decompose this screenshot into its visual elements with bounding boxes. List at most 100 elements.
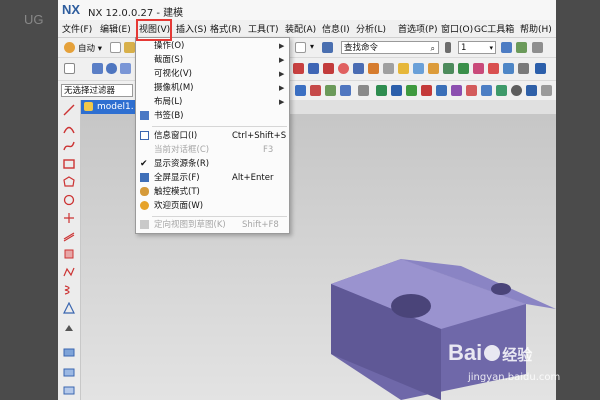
search-icon[interactable]: ⌕	[431, 42, 435, 55]
chamfer-icon[interactable]	[413, 63, 424, 74]
sew-icon[interactable]	[503, 63, 514, 74]
selection-filter-dropdown[interactable]: 无选择过滤器	[61, 84, 133, 97]
circle-point-icon[interactable]	[511, 85, 522, 96]
control-point-icon[interactable]	[406, 85, 417, 96]
menu-insert[interactable]: 插入(S)	[176, 22, 207, 35]
link-icon[interactable]	[516, 42, 527, 53]
mirror-icon[interactable]	[443, 63, 454, 74]
draft-icon[interactable]	[473, 63, 484, 74]
existing-point-icon[interactable]	[496, 85, 507, 96]
start-button[interactable]: 自动 ▾	[78, 42, 102, 54]
view-menu-item-resource-bar[interactable]: ✔ 显示资源条(R)	[136, 157, 289, 171]
menu-help[interactable]: 帮助(H)	[520, 22, 552, 35]
menu-file[interactable]: 文件(F)	[62, 22, 92, 35]
arc-center-icon[interactable]	[436, 85, 447, 96]
view-menu-item-info-window[interactable]: 信息窗口(I) Ctrl+Shift+S	[136, 129, 289, 143]
view-menu-item-layout[interactable]: 布局(L) ▶	[136, 95, 289, 109]
menu-preferences[interactable]: 首选项(P)	[398, 22, 437, 35]
slot-feature[interactable]	[491, 283, 511, 295]
quadrant-icon[interactable]	[451, 85, 462, 96]
command-finder-icon[interactable]	[322, 42, 333, 53]
layer-dropdown-arrow[interactable]: ▾	[310, 42, 314, 51]
submenu-arrow-icon: ▶	[279, 84, 285, 92]
start-icon[interactable]	[64, 42, 75, 53]
command-search-input[interactable]: 查找命令 ⌕	[341, 41, 439, 54]
shell-icon[interactable]	[458, 63, 469, 74]
block-icon[interactable]	[92, 63, 103, 74]
pocket-icon[interactable]	[353, 63, 364, 74]
extrude-icon[interactable]	[293, 63, 304, 74]
intersection-icon[interactable]	[421, 85, 432, 96]
rectangle-icon[interactable]	[63, 158, 75, 170]
scroll-up-icon[interactable]	[63, 322, 75, 334]
arc-icon[interactable]	[63, 122, 75, 134]
measure-icon[interactable]	[518, 63, 529, 74]
layer-icon[interactable]	[295, 42, 306, 53]
rectangle-select-icon[interactable]	[358, 85, 369, 96]
view-cube-icon[interactable]	[535, 63, 546, 74]
select-body-icon[interactable]	[340, 85, 351, 96]
menu-window[interactable]: 窗口(O)	[441, 22, 473, 35]
sketch-icon[interactable]	[64, 63, 75, 74]
separator-icon	[445, 42, 451, 53]
mid-point-icon[interactable]	[391, 85, 402, 96]
snap-point-icon[interactable]	[295, 85, 306, 96]
hole-feature[interactable]	[391, 294, 431, 318]
snap-toggle-icon[interactable]	[526, 85, 537, 96]
polygon-icon[interactable]	[63, 176, 75, 188]
helix-icon[interactable]	[63, 284, 75, 296]
paw-icon	[484, 345, 501, 361]
boss-icon[interactable]	[338, 63, 349, 74]
more-options-icon[interactable]	[541, 85, 552, 96]
cylinder-icon[interactable]	[106, 63, 117, 74]
unite-icon[interactable]	[368, 63, 379, 74]
menu-tools[interactable]: 工具(T)	[248, 22, 279, 35]
hole-icon[interactable]	[323, 63, 334, 74]
chevron-down-icon[interactable]: ▾	[489, 42, 493, 55]
surface-icon[interactable]	[63, 346, 75, 358]
view-menu-item-section[interactable]: 截面(S) ▶	[136, 53, 289, 67]
menu-assembly[interactable]: 装配(A)	[285, 22, 316, 35]
view-menu-highlight-box	[136, 19, 172, 41]
bridge-curve-icon[interactable]	[63, 266, 75, 278]
view-menu-item-operation[interactable]: 操作(O) ▶	[136, 39, 289, 53]
trim-icon[interactable]	[383, 63, 394, 74]
menu-gc-toolbox[interactable]: GC工具箱	[474, 22, 514, 35]
view-menu-item-fullscreen[interactable]: 全屏显示(F) Alt+Enter	[136, 171, 289, 185]
project-curve-icon[interactable]	[63, 248, 75, 260]
pattern-icon[interactable]	[428, 63, 439, 74]
spline-icon[interactable]	[63, 140, 75, 152]
view-menu-item-welcome-page[interactable]: 欢迎页面(W)	[136, 199, 289, 213]
mesh-surface-icon[interactable]	[63, 366, 75, 378]
open-file-icon[interactable]	[124, 42, 135, 53]
offset-curve-icon[interactable]	[63, 230, 75, 242]
menu-info[interactable]: 信息(I)	[322, 22, 350, 35]
select-curve-icon[interactable]	[310, 85, 321, 96]
select-face-icon[interactable]	[325, 85, 336, 96]
menu-edit[interactable]: 编辑(E)	[100, 22, 131, 35]
line-icon[interactable]	[63, 104, 75, 116]
swept-surface-icon[interactable]	[63, 384, 75, 396]
outer-label: UG	[24, 12, 44, 27]
text-curve-icon[interactable]	[63, 302, 75, 314]
point-on-face-icon[interactable]	[481, 85, 492, 96]
offset-icon[interactable]	[488, 63, 499, 74]
revolve-icon[interactable]	[308, 63, 319, 74]
view-menu-item-touch-mode[interactable]: 触控模式(T)	[136, 185, 289, 199]
part-file-icon	[84, 102, 93, 111]
point-on-curve-icon[interactable]	[466, 85, 477, 96]
view-menu-item-bookmark[interactable]: 书签(B)	[136, 109, 289, 123]
settings-icon[interactable]	[532, 42, 543, 53]
layer-spinner[interactable]: 1 ▾	[458, 41, 496, 54]
menu-analysis[interactable]: 分析(L)	[356, 22, 386, 35]
trim-curve-icon[interactable]	[63, 212, 75, 224]
new-file-icon[interactable]	[110, 42, 121, 53]
grid-icon[interactable]	[501, 42, 512, 53]
cone-icon[interactable]	[120, 63, 131, 74]
edge-blend-icon[interactable]	[398, 63, 409, 74]
end-point-icon[interactable]	[376, 85, 387, 96]
view-menu-item-camera[interactable]: 摄像机(M) ▶	[136, 81, 289, 95]
view-menu-item-visualization[interactable]: 可视化(V) ▶	[136, 67, 289, 81]
circle-icon[interactable]	[63, 194, 75, 206]
menu-format[interactable]: 格式(R)	[210, 22, 241, 35]
